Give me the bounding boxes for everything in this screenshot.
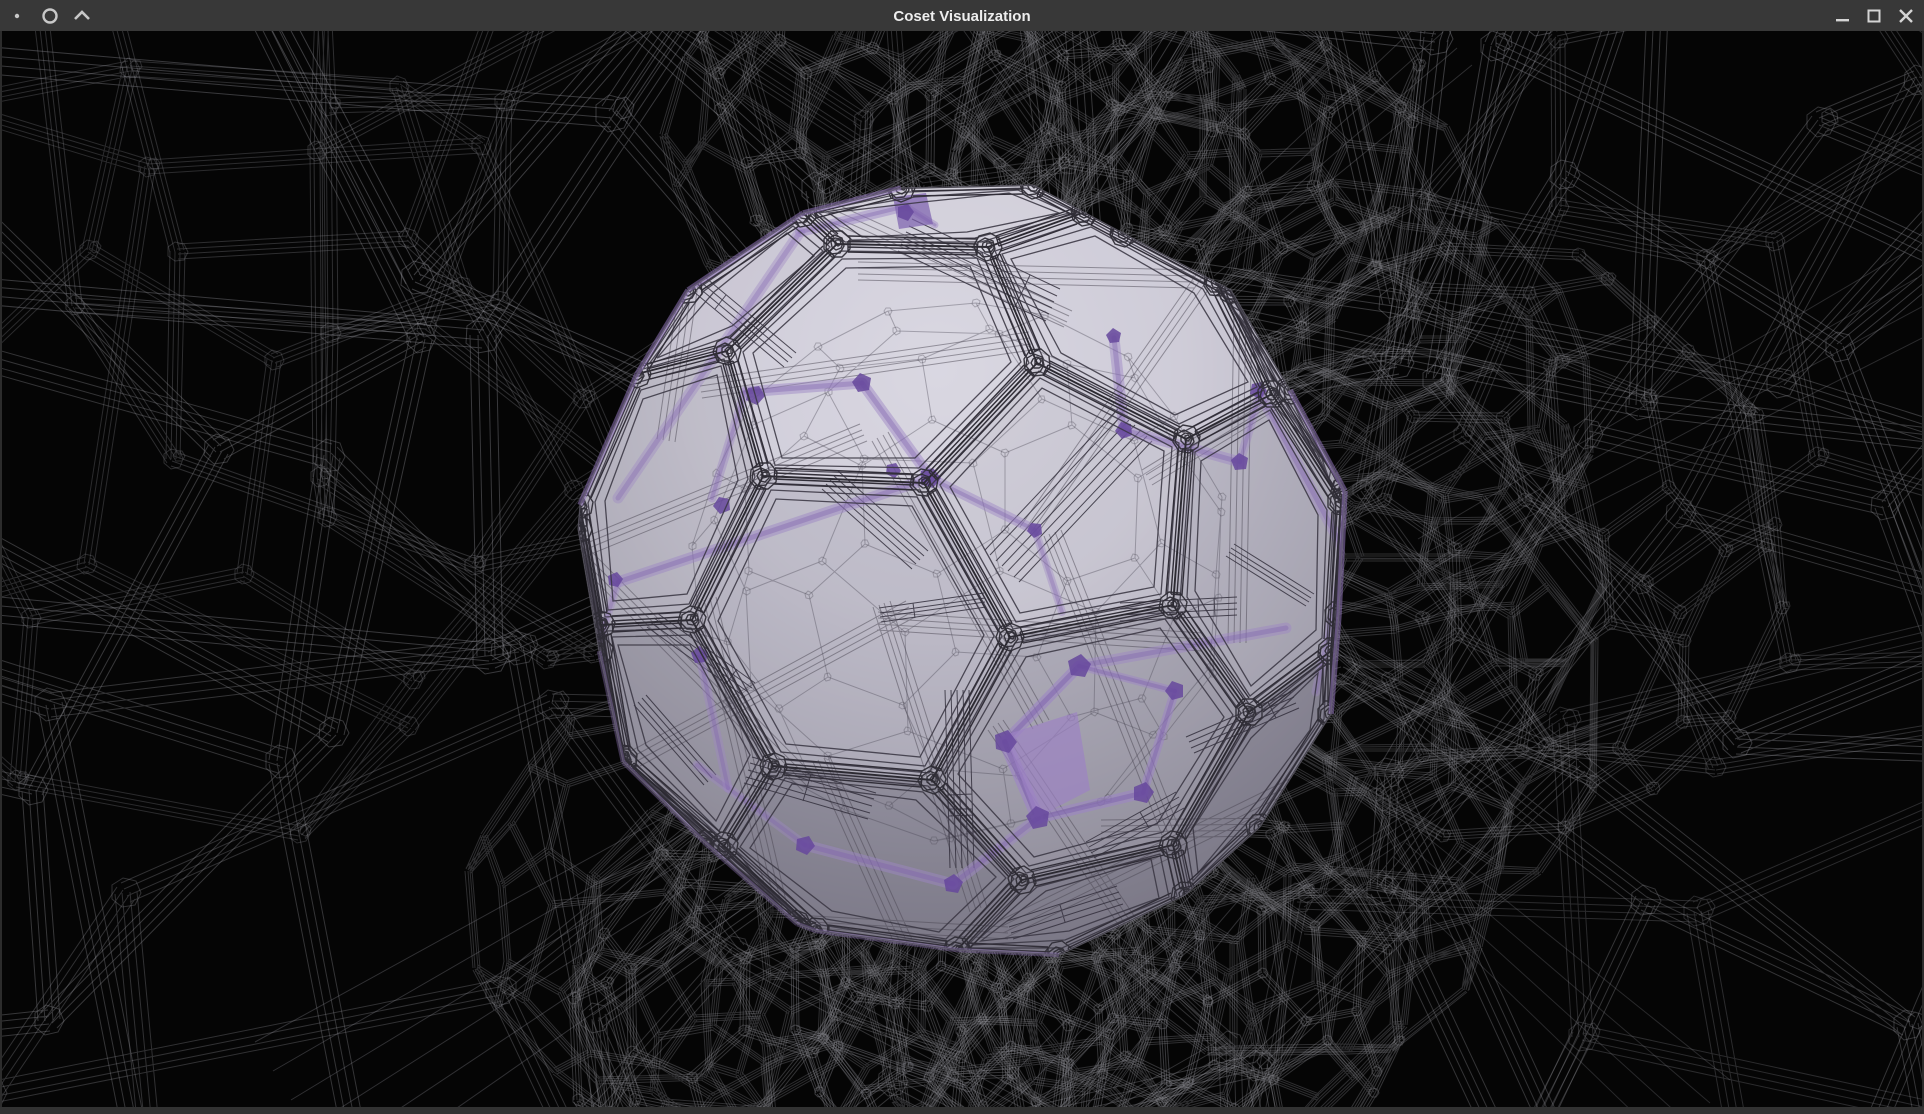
svg-text:Coset Visualization: Coset Visualization	[893, 8, 1030, 25]
